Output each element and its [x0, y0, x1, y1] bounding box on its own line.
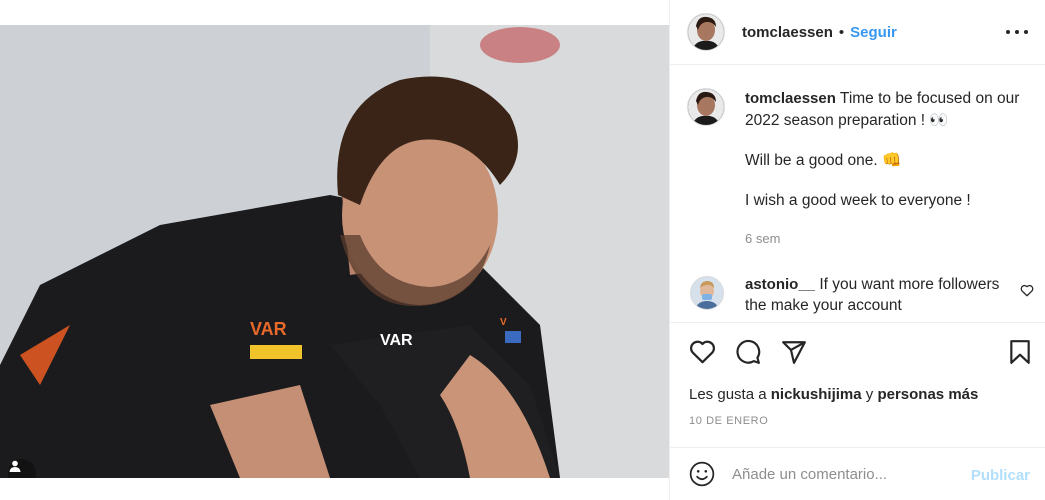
separator-dot: •: [838, 23, 845, 41]
caption-line-3: I wish a good week to everyone !: [745, 192, 971, 209]
svg-text:V: V: [500, 317, 507, 328]
user-icon: [9, 460, 21, 472]
caption-line-2: Will be a good one. 👊: [745, 152, 902, 169]
post-caption: tomclaessen Time to be focused on our 20…: [687, 88, 1032, 250]
post-header: tomclaessen • Seguir: [670, 0, 1045, 65]
comment-text: astonio__ If you want more followers the…: [745, 274, 1005, 316]
more-horizontal-icon[interactable]: [1006, 22, 1028, 42]
comment-input[interactable]: [732, 465, 952, 483]
bookmark-icon[interactable]: [1009, 339, 1031, 365]
author-username[interactable]: tomclaessen: [742, 24, 833, 41]
liked-by-user[interactable]: nickushijima: [771, 386, 862, 403]
post-photo-area: VAR VAR V: [0, 0, 669, 500]
comment-item: astonio__ If you want more followers the…: [687, 274, 1034, 318]
comment-icon[interactable]: [735, 339, 761, 365]
author-avatar[interactable]: [687, 13, 725, 51]
svg-text:VAR: VAR: [250, 319, 287, 339]
heart-icon[interactable]: [689, 339, 716, 364]
likes-others-link[interactable]: personas más: [877, 386, 978, 403]
commenter-username[interactable]: astonio__: [745, 276, 815, 293]
action-icon-row: [689, 339, 1034, 367]
caption-avatar[interactable]: [687, 88, 725, 126]
post-side-panel: tomclaessen • Seguir tomclaessen Time to…: [669, 0, 1045, 500]
emoji-icon[interactable]: [689, 461, 715, 487]
caption-text: tomclaessen Time to be focused on our 20…: [745, 88, 1032, 250]
likes-middle: y: [865, 386, 874, 403]
publish-button[interactable]: Publicar: [971, 467, 1030, 484]
post-image[interactable]: VAR VAR V: [0, 25, 669, 478]
likes-summary: Les gusta a nickushijima y personas más: [689, 386, 978, 403]
svg-text:VAR: VAR: [380, 332, 413, 349]
caption-username[interactable]: tomclaessen: [745, 90, 836, 107]
likes-prefix: Les gusta a: [689, 386, 767, 403]
add-comment-bar: Publicar: [670, 447, 1045, 500]
follow-button[interactable]: Seguir: [850, 24, 897, 41]
commenter-avatar[interactable]: [690, 276, 724, 310]
post-actions-section: Les gusta a nickushijima y personas más …: [670, 322, 1045, 446]
post-date[interactable]: 10 DE ENERO: [689, 415, 768, 427]
caption-timestamp[interactable]: 6 sem: [745, 228, 1032, 250]
send-icon[interactable]: [781, 339, 807, 365]
comment-like-heart-icon[interactable]: [1020, 284, 1034, 297]
